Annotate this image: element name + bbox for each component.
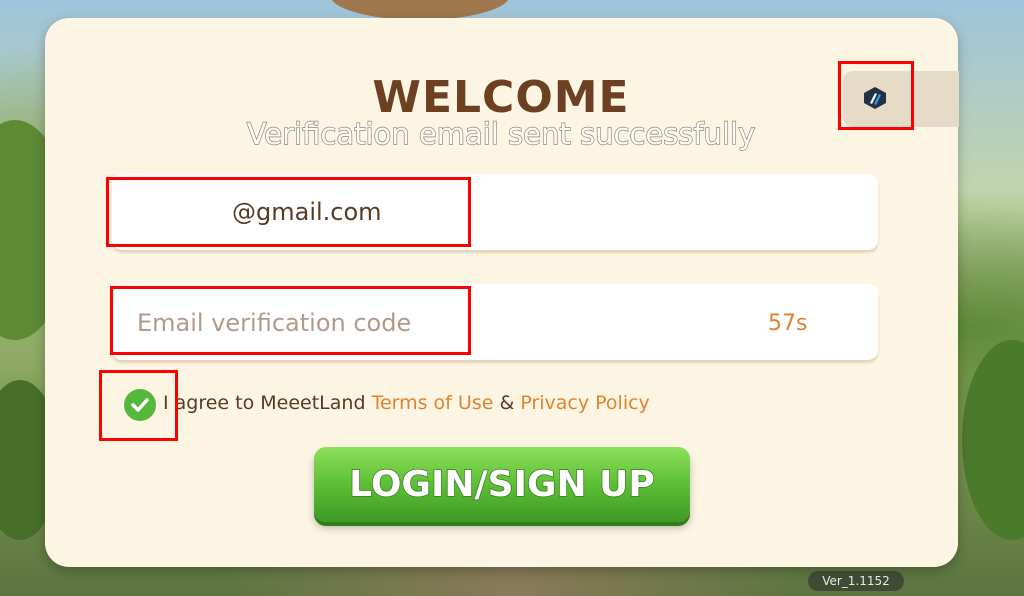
highlight-box-code [110,286,471,355]
privacy-policy-link[interactable]: Privacy Policy [520,392,649,414]
resend-countdown: 57s [768,311,808,336]
highlight-box-language [838,61,914,130]
agreement-text: I agree to MeeetLand Terms of Use & Priv… [163,392,650,414]
background-foliage-right [962,340,1024,540]
highlight-box-email [106,177,471,247]
terms-of-use-link[interactable]: Terms of Use [372,392,494,414]
ampersand-label: & [493,392,521,414]
highlight-box-checkbox [99,370,178,441]
version-label: Ver_1.1152 [808,571,904,591]
agree-label: I agree to MeeetLand [163,392,372,414]
background-rock-top [330,0,510,20]
login-signup-button[interactable]: LOGIN/SIGN UP [314,447,690,522]
